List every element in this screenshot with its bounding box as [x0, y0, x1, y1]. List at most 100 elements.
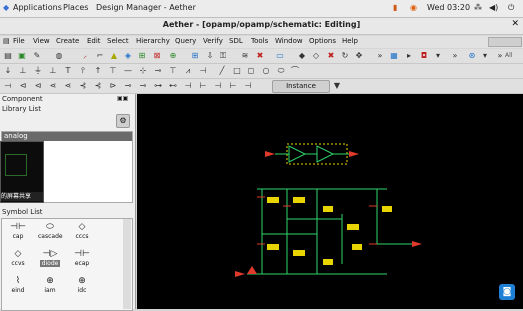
- ind2-icon[interactable]: ⊰: [93, 81, 103, 91]
- diode-icon[interactable]: ⊳: [108, 81, 118, 91]
- delete-icon[interactable]: ✖: [326, 51, 336, 61]
- netlist-icon[interactable]: ⊞: [137, 51, 147, 61]
- network-icon[interactable]: ⁂: [474, 3, 482, 12]
- more2-icon[interactable]: »: [450, 51, 460, 61]
- layers-icon[interactable]: ▦: [389, 51, 399, 61]
- move-icon[interactable]: ✥: [354, 51, 364, 61]
- tee-icon[interactable]: ⊸: [153, 66, 163, 76]
- grid-icon[interactable]: ⊞: [190, 51, 200, 61]
- dropdown-icon[interactable]: ▾: [433, 51, 443, 61]
- res-left-icon[interactable]: ⊲: [18, 81, 28, 91]
- menu-view[interactable]: View: [33, 37, 50, 45]
- close-window-icon[interactable]: ✕: [511, 19, 519, 29]
- zoom-dropdown-icon[interactable]: ▾: [480, 51, 490, 61]
- menu-file[interactable]: File: [13, 37, 25, 45]
- download-icon[interactable]: ⇩: [205, 51, 215, 61]
- ellipse-icon[interactable]: ⬭: [276, 66, 286, 76]
- ground-icon[interactable]: ⏚: [33, 66, 43, 76]
- recorder-icon[interactable]: ◉: [410, 3, 417, 12]
- bus-tool-icon[interactable]: ⌐: [95, 51, 105, 61]
- wire-tool-icon[interactable]: ⸝: [80, 51, 90, 61]
- menu-app-icon[interactable]: ▤: [3, 37, 10, 45]
- symbol-cap[interactable]: ⊣⊢ cap: [6, 222, 30, 240]
- vdd-icon[interactable]: ⫯: [78, 66, 88, 76]
- symbol-cascade[interactable]: ⬭ cascade: [38, 222, 63, 240]
- gnd2-icon[interactable]: ⊥: [48, 66, 58, 76]
- symbol-iam[interactable]: ⊕ iam: [38, 276, 62, 294]
- stop-icon[interactable]: ⊠: [152, 51, 162, 61]
- ind-icon[interactable]: ⊰: [78, 81, 88, 91]
- menu-edit[interactable]: Edit: [87, 37, 101, 45]
- pin-down-icon[interactable]: ⊥: [18, 66, 28, 76]
- instance-button[interactable]: Instance: [272, 80, 330, 93]
- screen-share-thumbnail[interactable]: 的屏幕共享: [0, 141, 44, 203]
- arc-icon[interactable]: ⌒: [290, 66, 300, 76]
- sim-icon[interactable]: ≋: [240, 51, 250, 61]
- cap2-icon[interactable]: ⋖: [63, 81, 73, 91]
- window-controls[interactable]: [488, 37, 522, 47]
- supply-icon[interactable]: ⊤: [108, 66, 118, 76]
- rect-icon[interactable]: □: [232, 66, 242, 76]
- probe-icon[interactable]: ⊤: [168, 66, 178, 76]
- more-icon[interactable]: »: [375, 51, 385, 61]
- pin-x-icon[interactable]: ⊢: [228, 81, 238, 91]
- pin-out-icon[interactable]: ⊢: [198, 81, 208, 91]
- settings-gear-icon[interactable]: ⚙: [116, 114, 130, 128]
- menu-create[interactable]: Create: [56, 37, 79, 45]
- menu-hierarchy[interactable]: Hierarchy: [136, 37, 170, 45]
- source-icon[interactable]: ⊸: [123, 81, 133, 91]
- symbol-scrollbar[interactable]: [123, 219, 131, 309]
- up-arrow-icon[interactable]: ↑: [93, 66, 103, 76]
- arrow-down-icon[interactable]: ↓: [3, 66, 13, 76]
- clock[interactable]: Wed 03:20: [427, 3, 470, 12]
- applications-menu-icon[interactable]: ◆: [3, 3, 9, 12]
- wire-icon[interactable]: —: [123, 66, 133, 76]
- cap-left-icon[interactable]: ⋖: [48, 81, 58, 91]
- symbol-diode[interactable]: ⊣▷ diode: [38, 249, 62, 267]
- notification-badge-icon[interactable]: ◙: [499, 284, 515, 300]
- port2-icon[interactable]: ⊷: [168, 81, 178, 91]
- redo-icon[interactable]: ◇: [311, 51, 321, 61]
- check-icon[interactable]: ⊕: [168, 51, 178, 61]
- symbol-eind[interactable]: ⌇ eind: [6, 276, 30, 294]
- menu-verify[interactable]: Verify: [203, 37, 223, 45]
- res2-icon[interactable]: ⊲: [33, 81, 43, 91]
- undo-icon[interactable]: ◆: [297, 51, 307, 61]
- src2-icon[interactable]: ⊸: [138, 81, 148, 91]
- schematic-canvas[interactable]: ◙: [137, 94, 523, 309]
- open-icon[interactable]: ▤: [3, 51, 13, 61]
- more3-icon[interactable]: »: [495, 51, 505, 61]
- display-icon[interactable]: ▭: [275, 51, 285, 61]
- rotate-icon[interactable]: ↻: [340, 51, 350, 61]
- junction-icon[interactable]: ⊣: [198, 66, 208, 76]
- symbol-ccvs[interactable]: ◇ ccvs: [6, 249, 30, 267]
- pin-in-icon[interactable]: ⊣: [183, 81, 193, 91]
- print-icon[interactable]: ✎: [32, 51, 42, 61]
- menu-window[interactable]: Window: [275, 37, 303, 45]
- save-icon[interactable]: ▣: [17, 51, 27, 61]
- power-icon[interactable]: ⏻: [508, 3, 514, 13]
- port-icon[interactable]: ⊶: [153, 81, 163, 91]
- window-icon[interactable]: ◘: [419, 51, 429, 61]
- pin-y-icon[interactable]: ⊣: [243, 81, 253, 91]
- places-menu[interactable]: Places: [63, 3, 88, 12]
- wire-stub-icon[interactable]: ⟞: [3, 81, 13, 91]
- error-icon[interactable]: ✖: [255, 51, 265, 61]
- instance-dropdown-icon[interactable]: ▼: [332, 81, 342, 91]
- menu-select[interactable]: Select: [107, 37, 129, 45]
- fit-icon[interactable]: ▸: [404, 51, 414, 61]
- menu-help[interactable]: Help: [342, 37, 358, 45]
- app-tray-icon[interactable]: ▮: [393, 3, 397, 12]
- zoom-icon[interactable]: ◍: [54, 51, 64, 61]
- volume-icon[interactable]: ◀): [489, 3, 498, 12]
- menu-tools[interactable]: Tools: [251, 37, 268, 45]
- menu-options[interactable]: Options: [309, 37, 336, 45]
- menu-sdl[interactable]: SDL: [229, 37, 243, 45]
- line-icon[interactable]: ╱: [217, 66, 227, 76]
- property-icon[interactable]: ◈: [123, 51, 133, 61]
- zoom-fit-icon[interactable]: ⊛: [467, 51, 477, 61]
- pin-io-icon[interactable]: ⊣: [213, 81, 223, 91]
- polygon-icon[interactable]: ◻: [246, 66, 256, 76]
- symbol-cccs[interactable]: ◇ cccs: [70, 222, 94, 240]
- symbol-idc[interactable]: ⊕ idc: [70, 276, 94, 294]
